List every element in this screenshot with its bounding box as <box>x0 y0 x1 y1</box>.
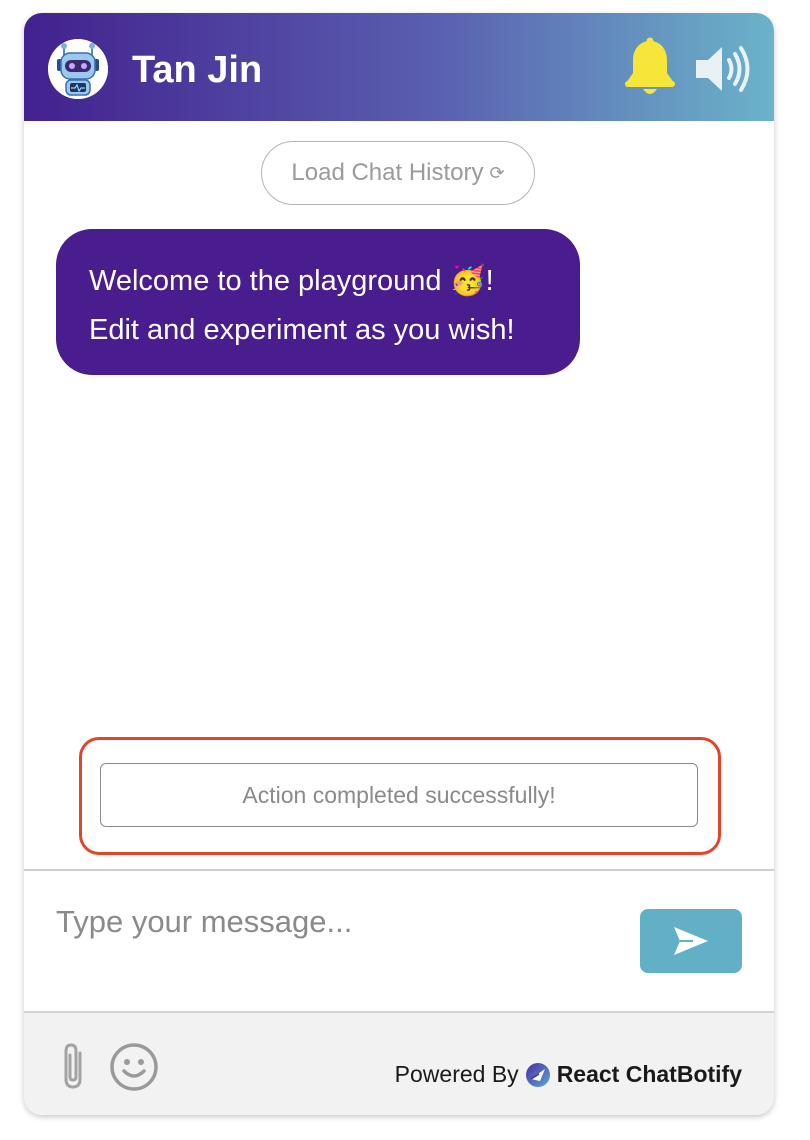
bot-message-bubble: Welcome to the playground 🥳! Edit and ex… <box>56 229 580 375</box>
toast-text: Action completed successfully! <box>242 781 556 808</box>
load-chat-history-label: Load Chat History <box>291 159 484 186</box>
bell-icon[interactable] <box>620 37 680 99</box>
powered-by-label: Powered By <box>394 1061 519 1087</box>
bot-message-line: Edit and experiment as you wish! <box>89 314 515 346</box>
toast-notification[interactable]: Action completed successfully! <box>100 763 698 827</box>
powered-by: Powered By React ChatBotify <box>395 1061 742 1088</box>
chat-window: Tan Jin Load Chat History ⟳ Welcome to t… <box>24 13 774 1115</box>
refresh-icon: ⟳ <box>489 162 505 183</box>
message-input[interactable] <box>54 891 618 953</box>
paperclip-icon[interactable] <box>58 1041 90 1093</box>
bot-message-line: Welcome to the playground 🥳! <box>89 265 494 297</box>
smiley-icon[interactable] <box>108 1041 160 1093</box>
input-area <box>24 869 774 1011</box>
chat-body: Load Chat History ⟳ Welcome to the playg… <box>24 121 774 869</box>
send-icon <box>674 927 708 955</box>
speaker-icon[interactable] <box>692 43 752 95</box>
chat-header: Tan Jin <box>24 13 774 122</box>
send-button[interactable] <box>640 909 742 973</box>
robot-avatar-icon <box>48 39 108 99</box>
chat-footer: Powered By React ChatBotify <box>24 1011 774 1115</box>
bot-name-title: Tan Jin <box>132 49 263 91</box>
chatbotify-logo-icon <box>525 1062 550 1087</box>
brand-name[interactable]: React ChatBotify <box>557 1061 742 1088</box>
load-chat-history-button[interactable]: Load Chat History ⟳ <box>261 141 535 205</box>
